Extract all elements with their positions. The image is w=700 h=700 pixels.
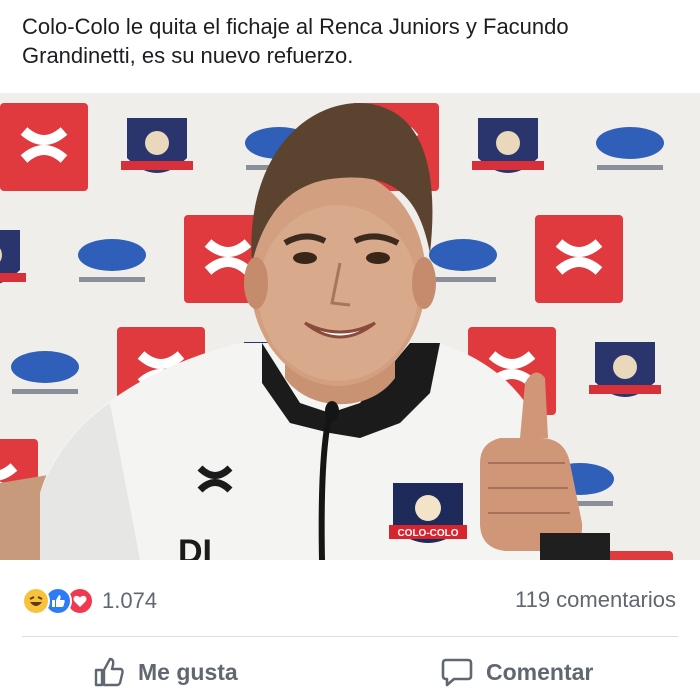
actions-divider — [22, 636, 678, 637]
post-stats: 1.074 119 comentarios — [0, 560, 700, 638]
comment-button[interactable]: Comentar — [440, 654, 593, 690]
comment-label: Comentar — [486, 658, 594, 685]
comment-bubble-icon — [441, 658, 473, 687]
under-armour-logo — [0, 103, 88, 191]
haha-icon — [22, 587, 50, 615]
colo-colo-crest — [472, 118, 544, 173]
reaction-count: 1.074 — [102, 588, 158, 613]
svg-text:DI: DI — [178, 533, 212, 560]
post-photo[interactable]: DI COLO-COLO — [0, 93, 700, 560]
colo-colo-crest — [121, 118, 193, 173]
jersey-crest: COLO-COLO — [389, 483, 467, 543]
press-conference-photo: DI COLO-COLO — [0, 93, 700, 560]
colo-colo-crest — [589, 342, 661, 397]
post-actions: Me gusta Comentar — [0, 642, 700, 700]
post-text: Colo-Colo le quita el fichaje al Renca J… — [22, 14, 569, 68]
jersey-crest-text: COLO-COLO — [397, 528, 458, 539]
thumbs-up-icon — [94, 657, 124, 687]
under-armour-logo — [535, 215, 623, 303]
comments-count-link[interactable]: 119 comentarios — [515, 587, 676, 613]
like-label: Me gusta — [138, 658, 238, 685]
reactions-summary[interactable]: 1.074 — [22, 586, 157, 616]
like-button[interactable]: Me gusta — [92, 654, 238, 690]
